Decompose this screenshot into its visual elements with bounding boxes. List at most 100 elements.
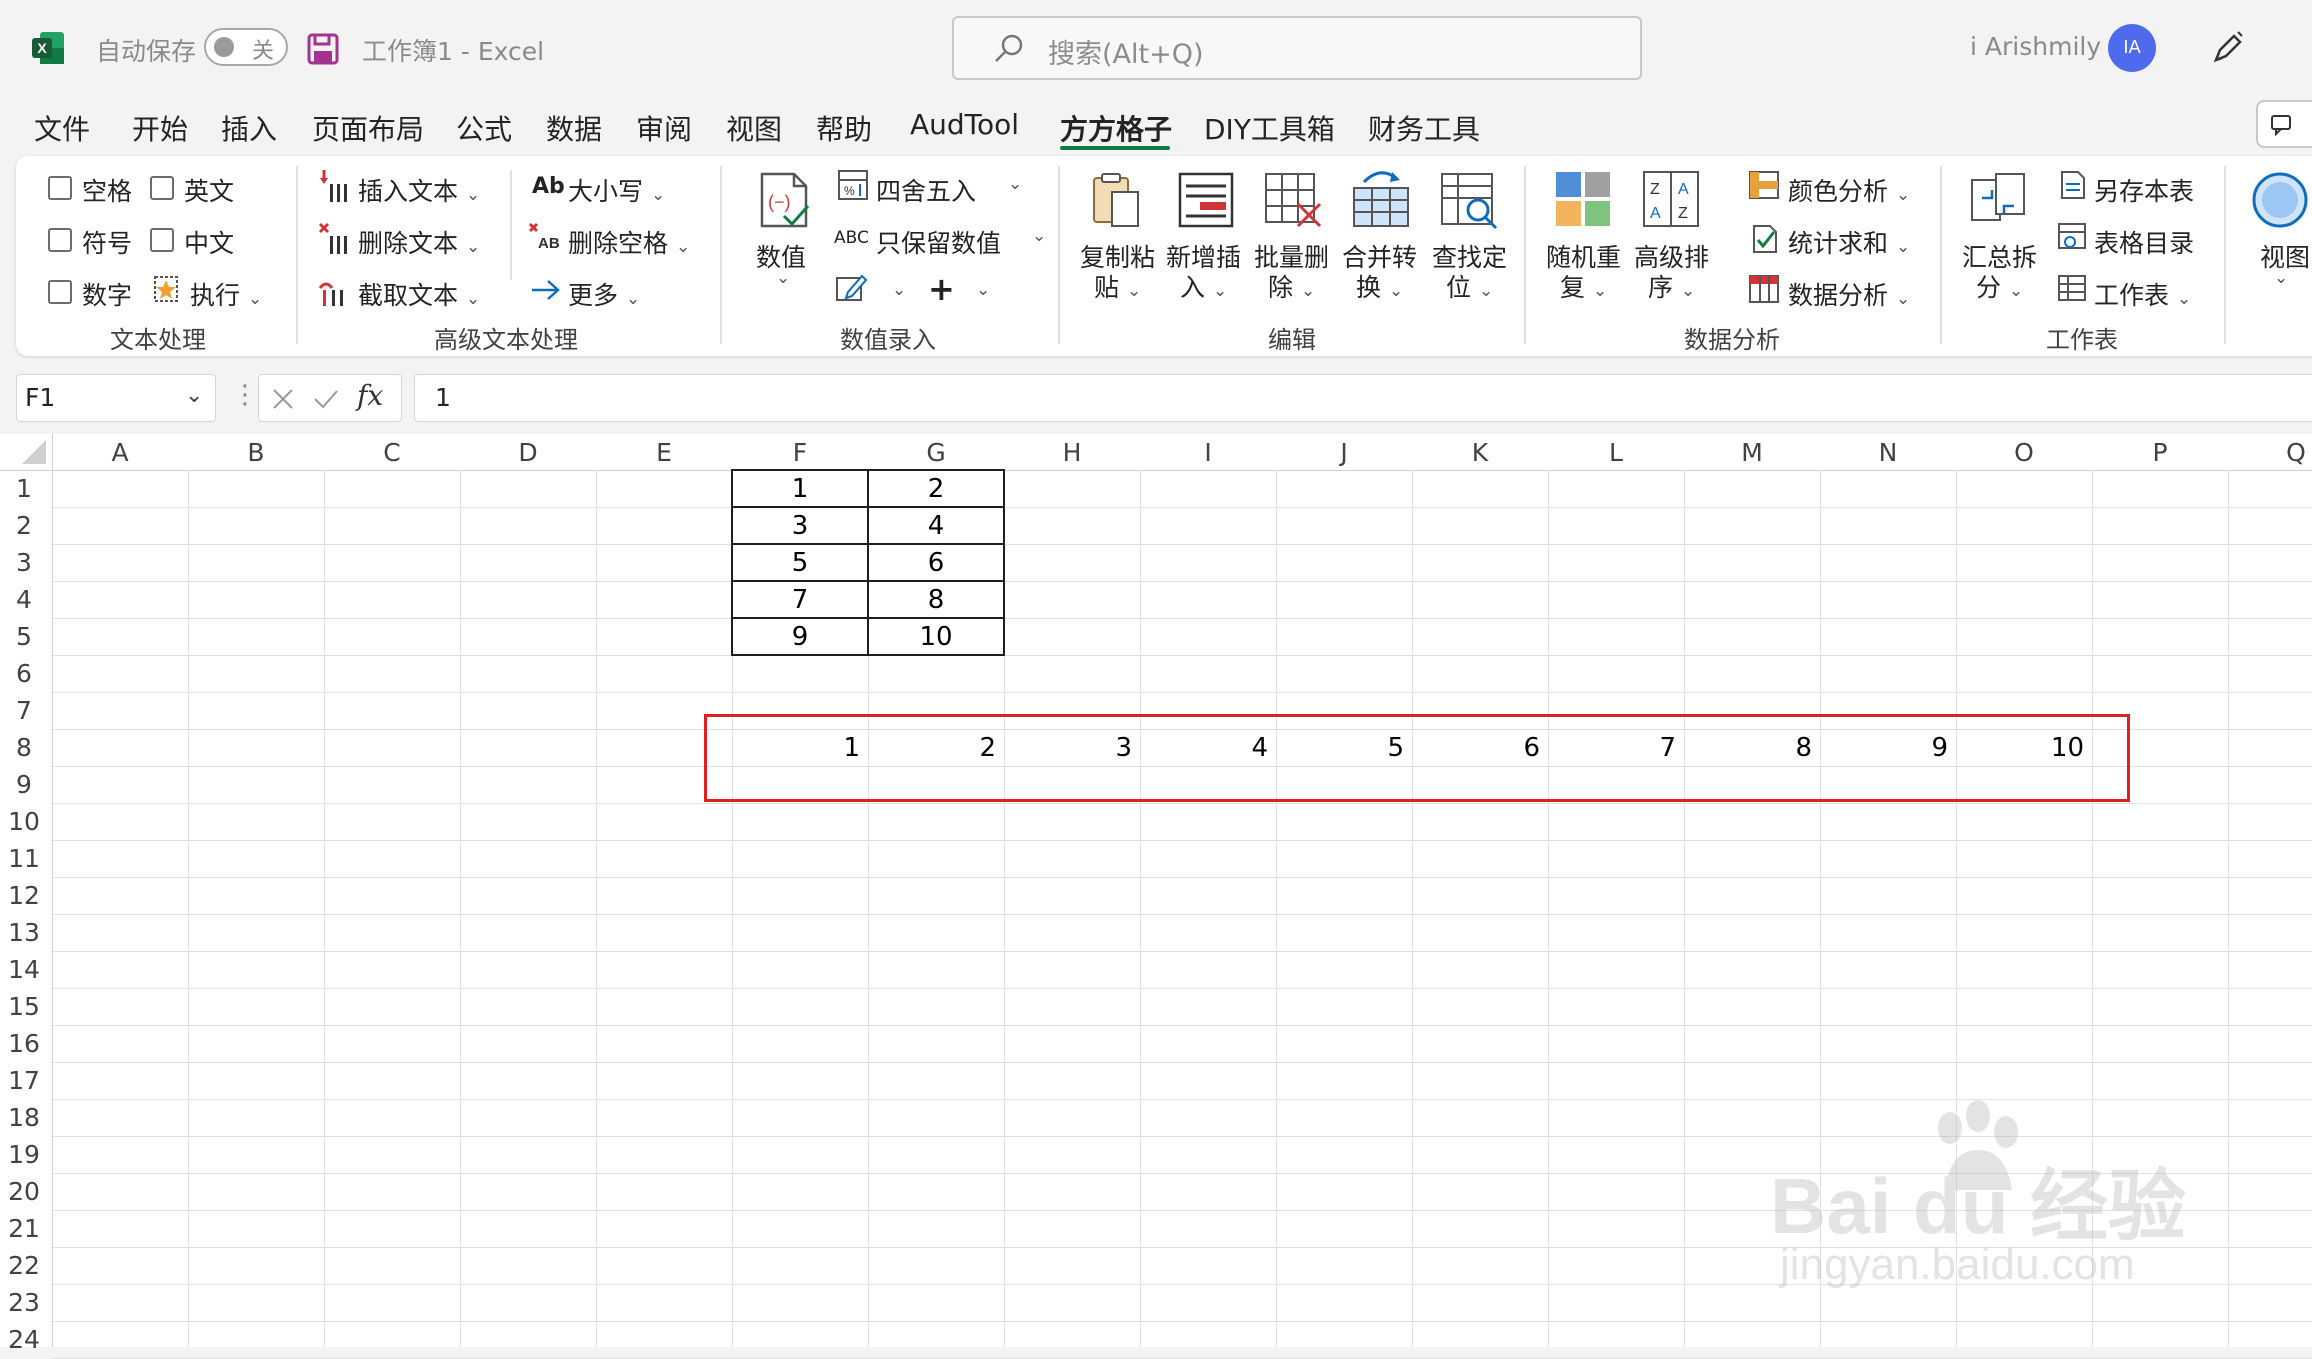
row-header-20[interactable]: 20 xyxy=(0,1177,48,1206)
row-header-11[interactable]: 11 xyxy=(0,844,48,873)
select-all-corner[interactable] xyxy=(0,434,52,470)
column-header-q[interactable]: Q xyxy=(2228,438,2312,467)
tab-fangfanggezi[interactable]: 方方格子 xyxy=(1060,108,1172,148)
keep-value-label[interactable]: 只保留数值 xyxy=(876,224,1001,260)
column-header-e[interactable]: E xyxy=(596,438,732,467)
column-header-o[interactable]: O xyxy=(1956,438,2092,467)
more-options-icon[interactable]: ⋮ xyxy=(232,380,258,410)
table-cell[interactable]: 10 xyxy=(868,622,1004,652)
save-icon[interactable] xyxy=(306,32,340,66)
row-header-17[interactable]: 17 xyxy=(0,1066,48,1095)
tab-help[interactable]: 帮助 xyxy=(816,108,872,148)
column-header-k[interactable]: K xyxy=(1412,438,1548,467)
insert-new-line2[interactable]: 入 ⌄ xyxy=(1180,268,1227,304)
row-header-23[interactable]: 23 xyxy=(0,1288,48,1317)
table-cell[interactable]: 5 xyxy=(732,548,868,578)
row-header-16[interactable]: 16 xyxy=(0,1029,48,1058)
column-header-a[interactable]: A xyxy=(52,438,188,467)
chevron-down-icon[interactable]: ⌄ xyxy=(892,280,906,300)
tab-data[interactable]: 数据 xyxy=(546,108,602,148)
row-header-21[interactable]: 21 xyxy=(0,1214,48,1243)
enter-check-icon[interactable] xyxy=(313,387,339,411)
row-header-8[interactable]: 8 xyxy=(0,733,48,762)
share-button[interactable] xyxy=(2256,100,2312,148)
row-header-9[interactable]: 9 xyxy=(0,770,48,799)
column-header-n[interactable]: N xyxy=(1820,438,1956,467)
column-header-f[interactable]: F xyxy=(732,438,868,467)
chevron-down-icon[interactable]: ⌄ xyxy=(976,280,990,300)
table-cell[interactable]: 6 xyxy=(868,548,1004,578)
cancel-icon[interactable] xyxy=(271,387,295,411)
row-header-7[interactable]: 7 xyxy=(0,696,48,725)
table-cell[interactable]: 8 xyxy=(868,585,1004,615)
function-icon[interactable]: fx xyxy=(357,379,383,412)
worksheet-button[interactable]: 工作表 ⌄ xyxy=(2094,276,2191,312)
tab-insert[interactable]: 插入 xyxy=(221,108,277,148)
tab-audtool[interactable]: AudTool xyxy=(910,108,1019,141)
copy-paste-line2[interactable]: 贴 ⌄ xyxy=(1094,268,1141,304)
random-repeat-line2[interactable]: 复 ⌄ xyxy=(1560,268,1607,304)
delete-spaces-button[interactable]: 删除空格 ⌄ xyxy=(568,224,690,260)
chevron-down-icon[interactable]: ⌄ xyxy=(185,383,203,408)
tab-formulas[interactable]: 公式 xyxy=(456,108,512,148)
save-sheet-button[interactable]: 另存本表 xyxy=(2094,172,2194,208)
round-label[interactable]: 四舍五入 xyxy=(876,172,976,208)
plus-icon[interactable]: + xyxy=(928,270,955,308)
tab-home[interactable]: 开始 xyxy=(132,108,188,148)
row-header-13[interactable]: 13 xyxy=(0,918,48,947)
row-header-4[interactable]: 4 xyxy=(0,585,48,614)
column-header-i[interactable]: I xyxy=(1140,438,1276,467)
checkbox-space[interactable] xyxy=(48,176,72,200)
insert-text-button[interactable]: 插入文本 ⌄ xyxy=(358,172,480,208)
tab-finance-tools[interactable]: 财务工具 xyxy=(1368,108,1480,148)
search-box[interactable]: 搜索(Alt+Q) xyxy=(952,16,1642,80)
summary-split-line2[interactable]: 分 ⌄ xyxy=(1976,268,2023,304)
column-header-b[interactable]: B xyxy=(188,438,324,467)
tab-file[interactable]: 文件 xyxy=(34,108,90,148)
row-header-2[interactable]: 2 xyxy=(0,511,48,540)
stat-sum-button[interactable]: 统计求和 ⌄ xyxy=(1788,224,1910,260)
table-cell[interactable]: 1 xyxy=(732,474,868,504)
row-header-18[interactable]: 18 xyxy=(0,1103,48,1132)
chevron-down-icon[interactable]: ⌄ xyxy=(1008,174,1022,194)
autosave-toggle[interactable]: 关 xyxy=(204,28,288,66)
pen-icon[interactable] xyxy=(2208,28,2248,68)
checkbox-english[interactable] xyxy=(150,176,174,200)
tab-review[interactable]: 审阅 xyxy=(636,108,692,148)
row-header-24[interactable]: 24 xyxy=(0,1325,48,1354)
column-header-l[interactable]: L xyxy=(1548,438,1684,467)
data-analysis-button[interactable]: 数据分析 ⌄ xyxy=(1788,276,1910,312)
column-header-h[interactable]: H xyxy=(1004,438,1140,467)
table-cell[interactable]: 7 xyxy=(732,585,868,615)
column-header-j[interactable]: J xyxy=(1276,438,1412,467)
table-index-button[interactable]: 表格目录 xyxy=(2094,224,2194,260)
advanced-sort-line2[interactable]: 序 ⌄ xyxy=(1648,268,1695,304)
checkbox-symbol[interactable] xyxy=(48,228,72,252)
column-header-d[interactable]: D xyxy=(460,438,596,467)
row-header-1[interactable]: 1 xyxy=(0,474,48,503)
row-header-14[interactable]: 14 xyxy=(0,955,48,984)
color-analysis-button[interactable]: 颜色分析 ⌄ xyxy=(1788,172,1910,208)
tab-page-layout[interactable]: 页面布局 xyxy=(312,108,424,148)
row-header-3[interactable]: 3 xyxy=(0,548,48,577)
avatar[interactable]: IA xyxy=(2108,24,2156,72)
checkbox-chinese[interactable] xyxy=(150,228,174,252)
case-button[interactable]: 大小写 ⌄ xyxy=(568,172,665,208)
checkbox-number[interactable] xyxy=(48,280,72,304)
chevron-down-icon[interactable]: ⌄ xyxy=(1032,226,1046,246)
tab-view[interactable]: 视图 xyxy=(726,108,782,148)
merge-convert-line2[interactable]: 换 ⌄ xyxy=(1356,268,1403,304)
table-cell[interactable]: 2 xyxy=(868,474,1004,504)
row-header-15[interactable]: 15 xyxy=(0,992,48,1021)
column-header-c[interactable]: C xyxy=(324,438,460,467)
table-cell[interactable]: 9 xyxy=(732,622,868,652)
row-header-22[interactable]: 22 xyxy=(0,1251,48,1280)
formula-input[interactable]: 1 xyxy=(414,374,2312,422)
execute-button[interactable]: 执行 ⌄ xyxy=(190,276,262,312)
row-header-5[interactable]: 5 xyxy=(0,622,48,651)
row-header-12[interactable]: 12 xyxy=(0,881,48,910)
row-header-6[interactable]: 6 xyxy=(0,659,48,688)
extract-text-button[interactable]: 截取文本 ⌄ xyxy=(358,276,480,312)
batch-delete-line2[interactable]: 除 ⌄ xyxy=(1268,268,1315,304)
table-cell[interactable]: 3 xyxy=(732,511,868,541)
